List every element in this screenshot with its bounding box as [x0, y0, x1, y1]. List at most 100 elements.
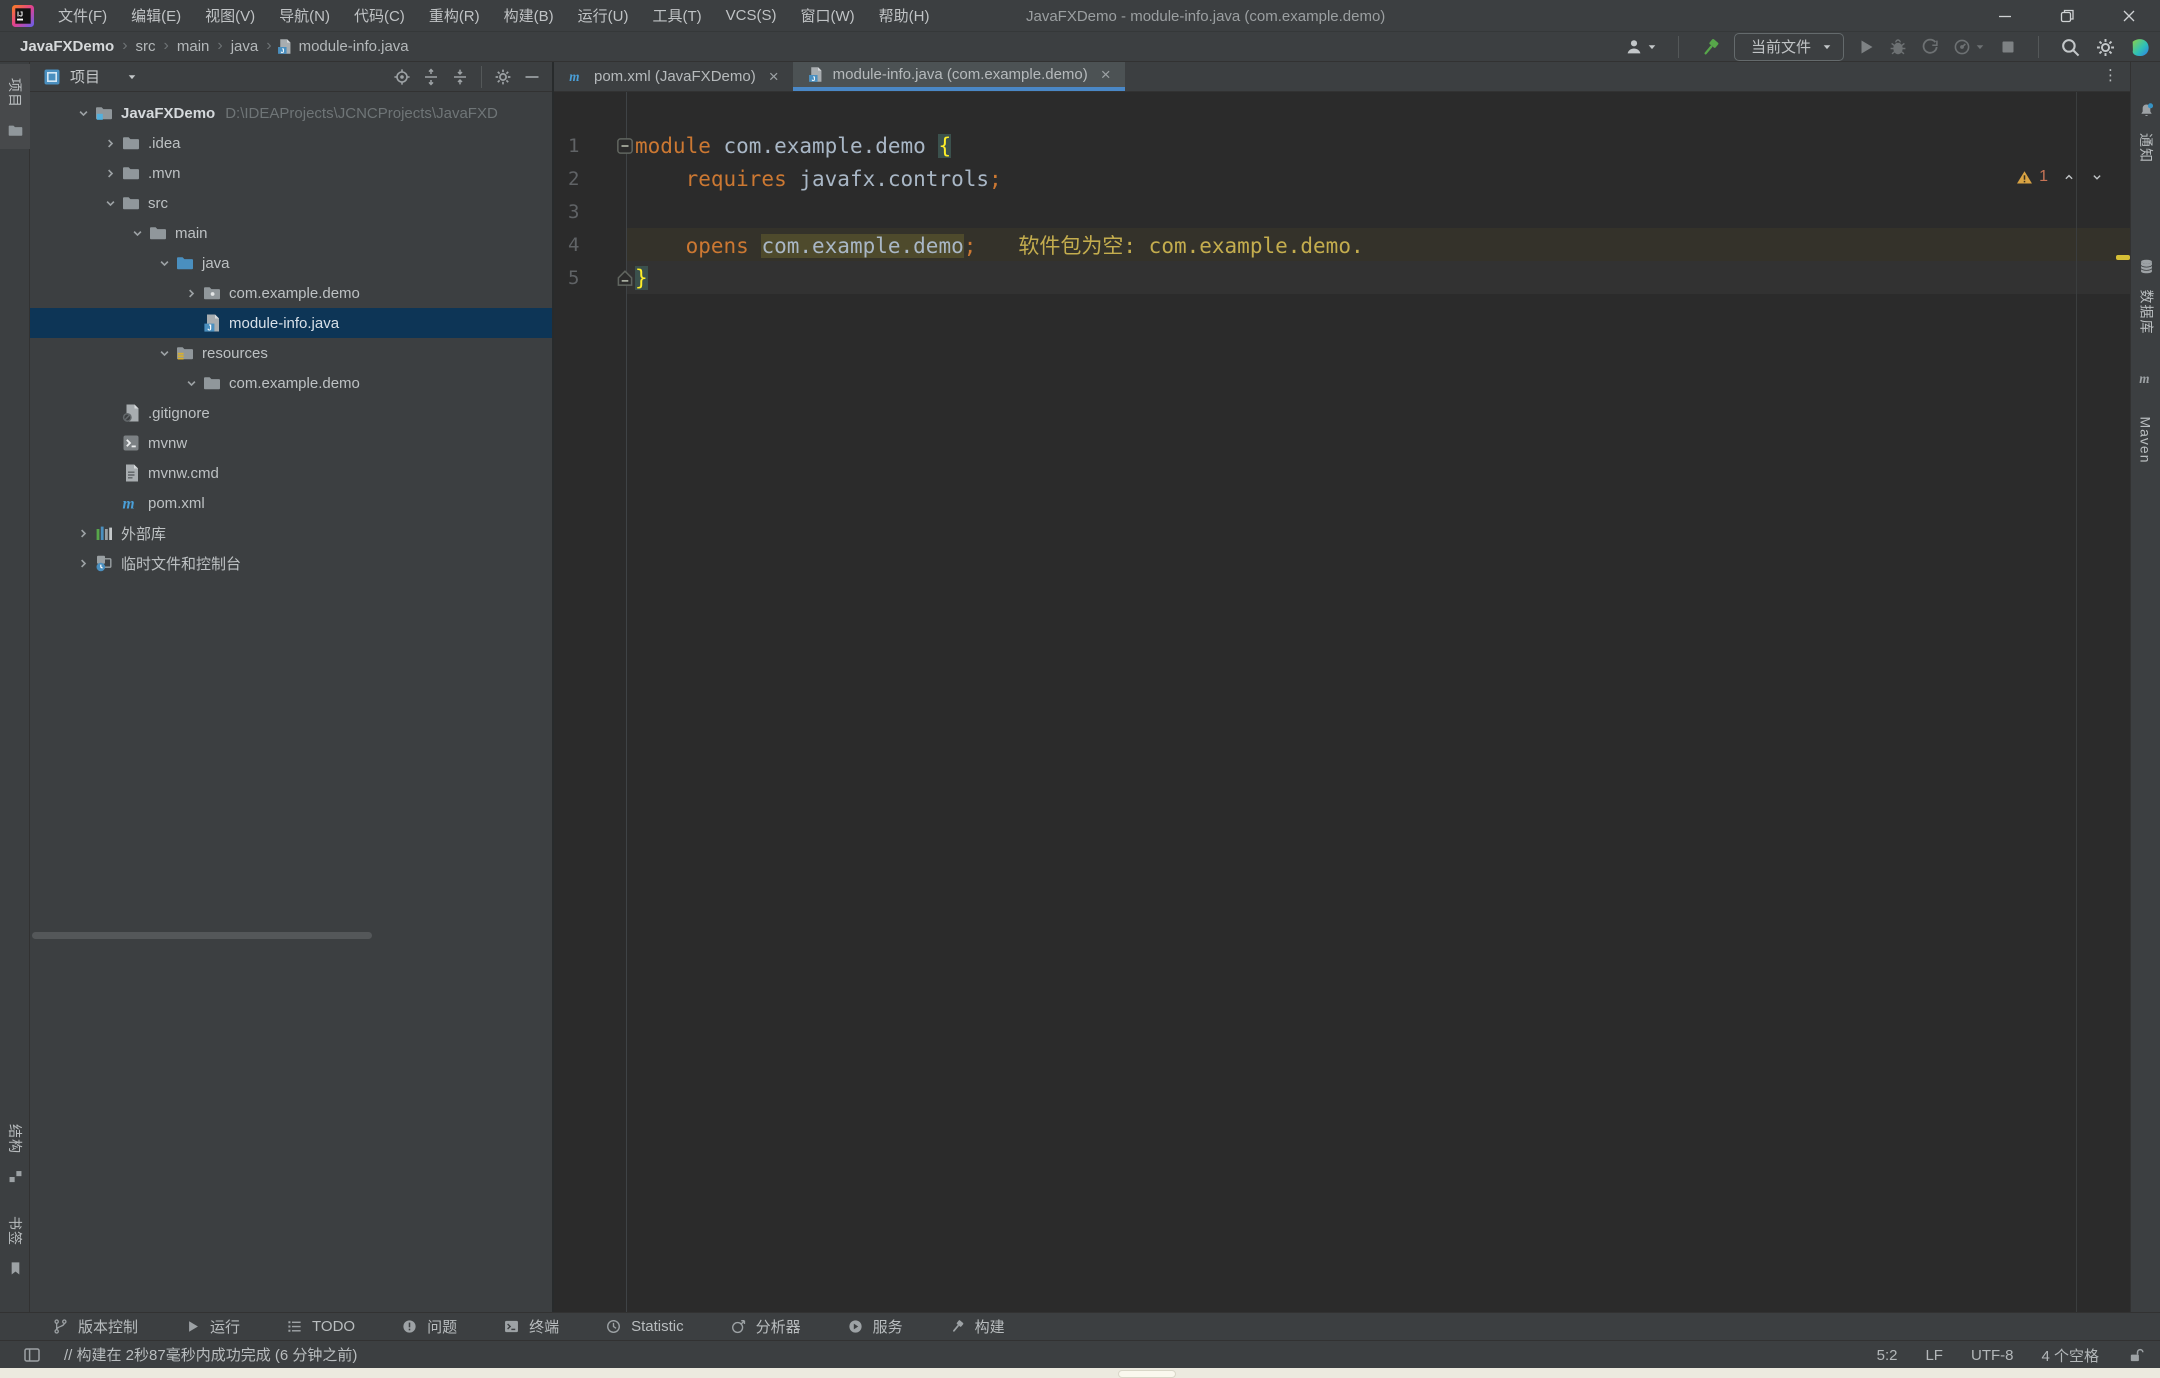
tool-window-button-书签[interactable]: 书签 — [0, 1202, 30, 1287]
tree-item-module-info-java[interactable]: Jmodule-info.java — [30, 308, 552, 338]
breadcrumb-item-javafxdemo[interactable]: JavaFXDemo — [16, 38, 118, 55]
close-tab-icon[interactable]: × — [1101, 66, 1111, 83]
tree-item-com-example-demo[interactable]: com.example.demo — [30, 278, 552, 308]
menu-窗口-w[interactable]: 窗口(W) — [790, 1, 864, 30]
error-stripe-warning-mark[interactable] — [2116, 255, 2130, 260]
tool-window-button-项目[interactable]: 项目 — [0, 64, 30, 149]
profile-button[interactable] — [1624, 37, 1658, 57]
tree-item-javafxdemo[interactable]: JavaFXDemoD:\IDEAProjects\JCNCProjects\J… — [30, 98, 552, 128]
file-encoding[interactable]: UTF-8 — [1971, 1347, 2014, 1364]
tree-item-临时文件和控制台[interactable]: 临时文件和控制台 — [30, 548, 552, 578]
tree-item-gitignore[interactable]: .gitignore — [30, 398, 552, 428]
menu-工具-t[interactable]: 工具(T) — [642, 1, 711, 30]
code-line-3[interactable]: 3 — [554, 195, 2130, 228]
minimize-button[interactable] — [1974, 0, 2036, 32]
restore-button[interactable] — [2036, 0, 2098, 32]
tool-window-bar-版本控制[interactable]: 版本控制 — [52, 1316, 138, 1337]
chevron-down-icon[interactable] — [156, 345, 173, 362]
tool-window-bar-服务[interactable]: 服务 — [847, 1316, 903, 1337]
tree-item-resources[interactable]: resources — [30, 338, 552, 368]
tree-item-com-example-demo[interactable]: com.example.demo — [30, 368, 552, 398]
menu-编辑-e[interactable]: 编辑(E) — [121, 1, 191, 30]
chevron-down-icon[interactable] — [75, 105, 92, 122]
tool-window-layout-icon[interactable] — [22, 1345, 42, 1365]
caret-position[interactable]: 5:2 — [1877, 1347, 1898, 1364]
breadcrumb-item-java[interactable]: java — [227, 38, 263, 55]
tree-item-mvnw-cmd[interactable]: mvnw.cmd — [30, 458, 552, 488]
tool-window-button-maven[interactable]: mMaven — [2131, 360, 2160, 493]
chevron-down-icon[interactable] — [156, 255, 173, 272]
line-separator[interactable]: LF — [1925, 1347, 1943, 1364]
gear-icon[interactable] — [493, 67, 513, 87]
tree-item-mvnw[interactable]: mvnw — [30, 428, 552, 458]
tree-item-src[interactable]: src — [30, 188, 552, 218]
build-project-button[interactable] — [1699, 36, 1722, 59]
menu-构建-b[interactable]: 构建(B) — [494, 1, 564, 30]
menu-文件-f[interactable]: 文件(F) — [48, 1, 117, 30]
code-line-2[interactable]: 2 requires javafx.controls; — [554, 162, 2130, 195]
status-message[interactable]: // 构建在 2秒87毫秒内成功完成 (6 分钟之前) — [64, 1344, 357, 1365]
menu-帮助-h[interactable]: 帮助(H) — [869, 1, 940, 30]
lock-open-icon[interactable] — [2127, 1347, 2144, 1364]
chevron-down-icon[interactable] — [183, 375, 200, 392]
code-line-5[interactable]: 5} — [554, 261, 2130, 294]
inspection-widget[interactable]: 1 — [2016, 168, 2104, 186]
settings-button[interactable] — [2094, 36, 2117, 59]
tool-window-bar-statistic[interactable]: Statistic — [605, 1318, 684, 1335]
tool-window-button-数据库[interactable]: 数据库 — [2131, 248, 2160, 349]
editor-tab-module-info-java-com-example-demo[interactable]: Jmodule-info.java (com.example.demo)× — [793, 62, 1125, 91]
menu-运行-u[interactable]: 运行(U) — [568, 1, 639, 30]
tree-item-main[interactable]: main — [30, 218, 552, 248]
tool-window-bar-todo[interactable]: TODO — [286, 1318, 355, 1335]
tab-options-icon[interactable]: ⋮ — [2103, 66, 2118, 84]
chevron-right-icon[interactable] — [102, 165, 119, 182]
tree-item-idea[interactable]: .idea — [30, 128, 552, 158]
run-configuration-select[interactable]: 当前文件 — [1734, 33, 1844, 61]
breadcrumb-item-module-info-java[interactable]: module-info.java — [295, 38, 413, 55]
tool-window-bar-终端[interactable]: 终端 — [503, 1316, 559, 1337]
tool-window-bar-问题[interactable]: 问题 — [401, 1316, 457, 1337]
select-opened-file-icon[interactable] — [392, 67, 412, 87]
previous-problem-icon[interactable] — [2062, 170, 2076, 184]
tree-item-外部库[interactable]: 外部库 — [30, 518, 552, 548]
chevron-right-icon[interactable] — [75, 555, 92, 572]
close-tab-icon[interactable]: × — [769, 68, 779, 85]
indent-setting[interactable]: 4 个空格 — [2041, 1345, 2099, 1366]
code-line-4[interactable]: 4 opens com.example.demo;软件包为空: com.exam… — [554, 228, 2130, 261]
close-button[interactable] — [2098, 0, 2160, 32]
menu-vcs-s[interactable]: VCS(S) — [716, 3, 787, 28]
hide-panel-icon[interactable] — [522, 67, 542, 87]
chevron-right-icon[interactable] — [102, 135, 119, 152]
editor-tab-pom-xml-javafxdemo[interactable]: mpom.xml (JavaFXDemo)× — [554, 62, 793, 91]
tool-window-button-结构[interactable]: 结构 — [0, 1110, 30, 1195]
project-panel-title[interactable]: 项目 — [70, 66, 100, 87]
breadcrumb-item-main[interactable]: main — [173, 38, 214, 55]
fold-start-icon[interactable] — [614, 135, 636, 157]
menu-代码-c[interactable]: 代码(C) — [344, 1, 415, 30]
horizontal-scrollbar[interactable] — [32, 932, 372, 939]
tool-window-bar-构建[interactable]: 构建 — [949, 1316, 1005, 1337]
next-problem-icon[interactable] — [2090, 170, 2104, 184]
tree-item-java[interactable]: java — [30, 248, 552, 278]
menu-视图-v[interactable]: 视图(V) — [195, 1, 265, 30]
tool-window-bar-运行[interactable]: 运行 — [184, 1316, 240, 1337]
fold-end-icon[interactable] — [614, 267, 636, 289]
menu-重构-r[interactable]: 重构(R) — [419, 1, 490, 30]
collapse-all-icon[interactable] — [450, 67, 470, 87]
chevron-right-icon[interactable] — [183, 285, 200, 302]
chevron-down-icon[interactable] — [126, 71, 138, 83]
breadcrumb-item-src[interactable]: src — [132, 38, 160, 55]
chevron-right-icon[interactable] — [75, 525, 92, 542]
expand-all-icon[interactable] — [421, 67, 441, 87]
code-editor[interactable]: 1 1module com.example.demo {2 requires j… — [554, 92, 2130, 1312]
plugin-button[interactable] — [2129, 36, 2152, 59]
tool-window-button-通知[interactable]: 通知 — [2131, 92, 2160, 177]
chevron-down-icon[interactable] — [102, 195, 119, 212]
tool-window-bar-分析器[interactable]: 分析器 — [730, 1316, 801, 1337]
tree-item-pom-xml[interactable]: mpom.xml — [30, 488, 552, 518]
chevron-down-icon[interactable] — [129, 225, 146, 242]
menu-导航-n[interactable]: 导航(N) — [269, 1, 340, 30]
code-line-1[interactable]: 1module com.example.demo { — [554, 129, 2130, 162]
search-everywhere-button[interactable] — [2059, 36, 2082, 59]
tree-item-mvn[interactable]: .mvn — [30, 158, 552, 188]
